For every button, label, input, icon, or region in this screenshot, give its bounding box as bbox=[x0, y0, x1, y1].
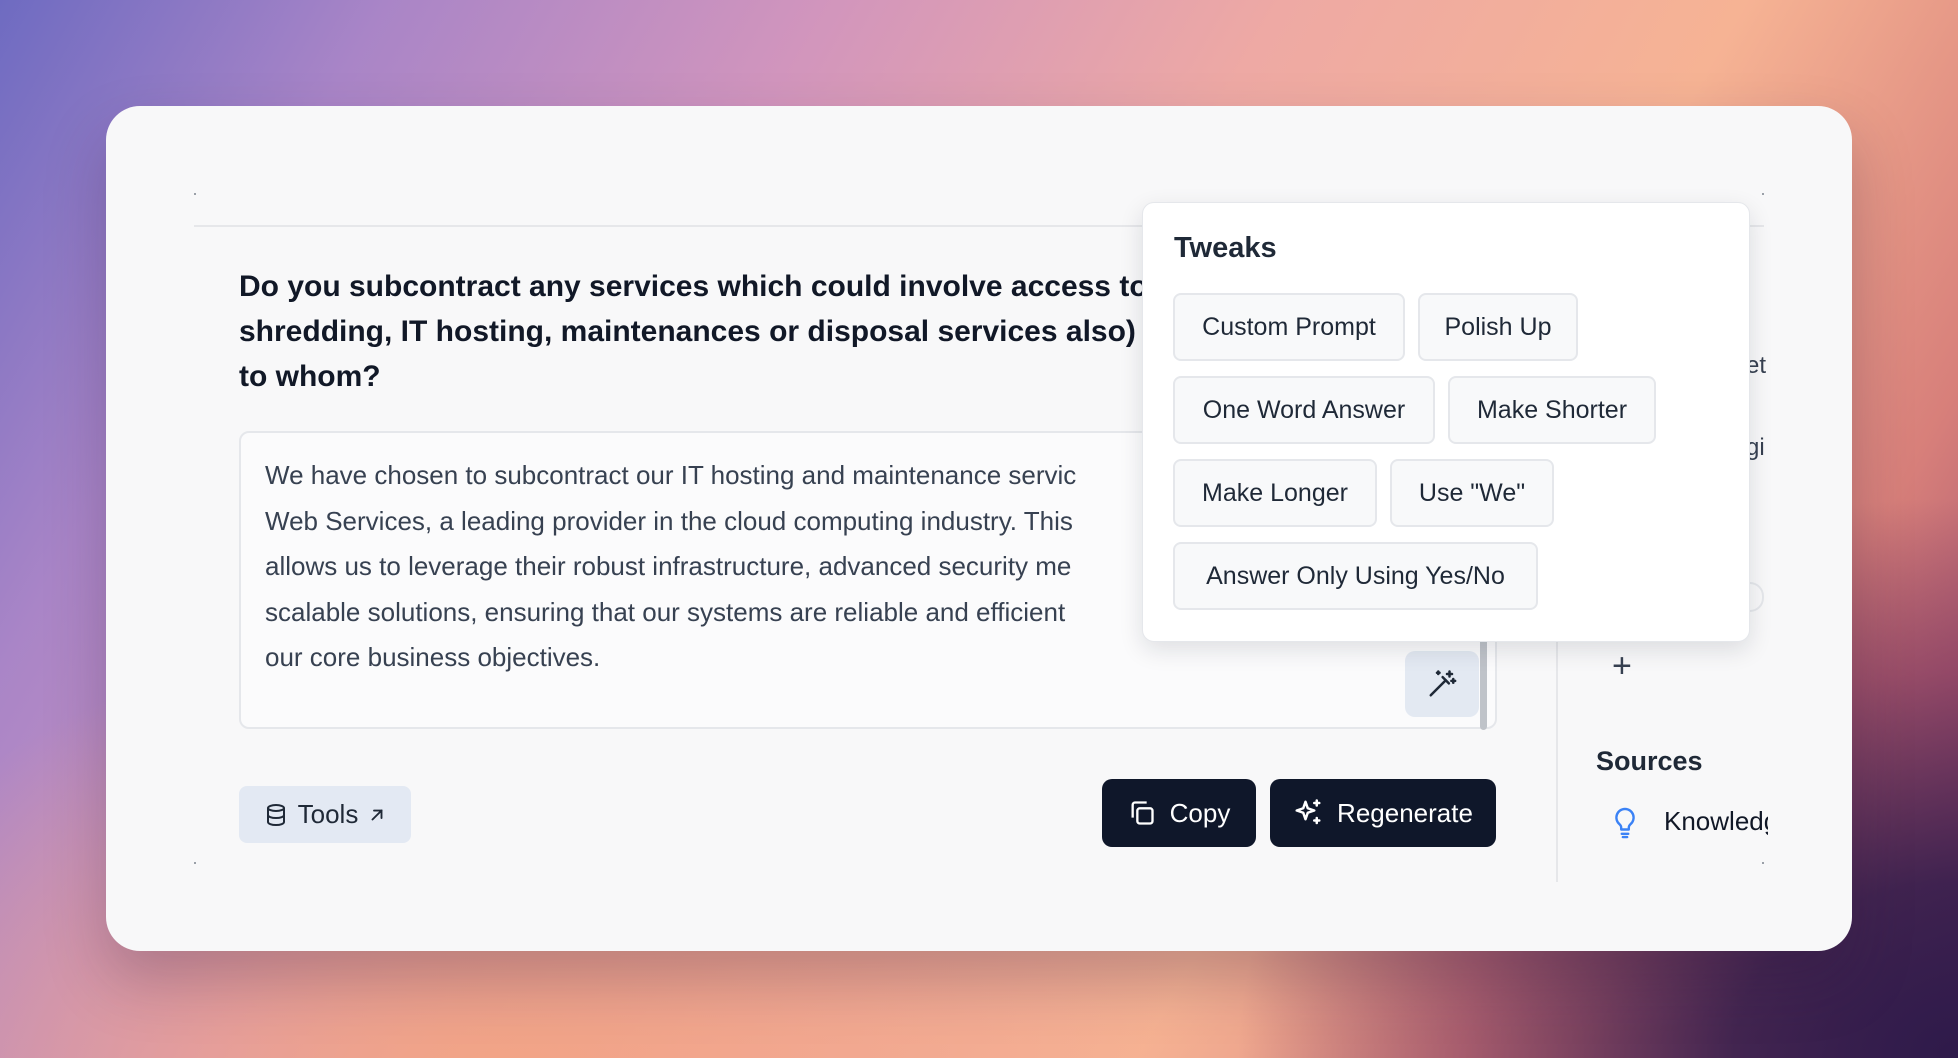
tweaks-title: Tweaks bbox=[1174, 232, 1277, 264]
source-item-knowledge[interactable]: Knowledge bbox=[1664, 806, 1768, 837]
copy-icon bbox=[1131, 801, 1154, 825]
tweak-custom-prompt[interactable]: Custom Prompt bbox=[1173, 293, 1405, 361]
question-line: to whom? bbox=[239, 360, 381, 393]
sparkles-icon bbox=[1295, 799, 1321, 825]
copy-button[interactable]: Copy bbox=[1102, 779, 1256, 847]
answer-card: Do you subcontract any services which co… bbox=[106, 106, 1852, 951]
tweak-use-we[interactable]: Use "We" bbox=[1390, 459, 1554, 527]
tools-button[interactable]: Tools bbox=[239, 786, 411, 843]
lightbulb-icon bbox=[1612, 806, 1638, 845]
tweak-make-longer[interactable]: Make Longer bbox=[1173, 459, 1377, 527]
regenerate-label: Regenerate bbox=[1337, 797, 1473, 828]
tweak-make-shorter[interactable]: Make Shorter bbox=[1448, 376, 1656, 444]
corner-dot bbox=[1762, 193, 1764, 195]
corner-dot bbox=[1762, 862, 1764, 864]
add-source-button[interactable]: + bbox=[1612, 649, 1632, 683]
tweak-one-word-answer[interactable]: One Word Answer bbox=[1173, 376, 1435, 444]
question-line: Do you subcontract any services which co… bbox=[239, 270, 1148, 303]
tweaks-popover: Tweaks Custom Prompt Polish Up One Word … bbox=[1142, 202, 1750, 642]
tweak-polish-up[interactable]: Polish Up bbox=[1418, 293, 1578, 361]
database-icon bbox=[266, 803, 285, 826]
corner-dot bbox=[194, 193, 196, 195]
tools-label: Tools bbox=[297, 799, 359, 829]
corner-dot bbox=[194, 862, 196, 864]
arrow-up-right-icon bbox=[371, 809, 383, 820]
question-line: shredding, IT hosting, maintenances or d… bbox=[239, 315, 1136, 348]
sources-heading: Sources bbox=[1596, 746, 1703, 776]
question-text: Do you subcontract any services which co… bbox=[239, 264, 1249, 399]
tweak-answer-yes-no[interactable]: Answer Only Using Yes/No bbox=[1173, 542, 1538, 610]
regenerate-button[interactable]: Regenerate bbox=[1270, 779, 1496, 847]
copy-label: Copy bbox=[1169, 797, 1231, 828]
tweaks-wand-button[interactable] bbox=[1405, 651, 1479, 717]
wand-sparkles-icon bbox=[1429, 670, 1457, 697]
